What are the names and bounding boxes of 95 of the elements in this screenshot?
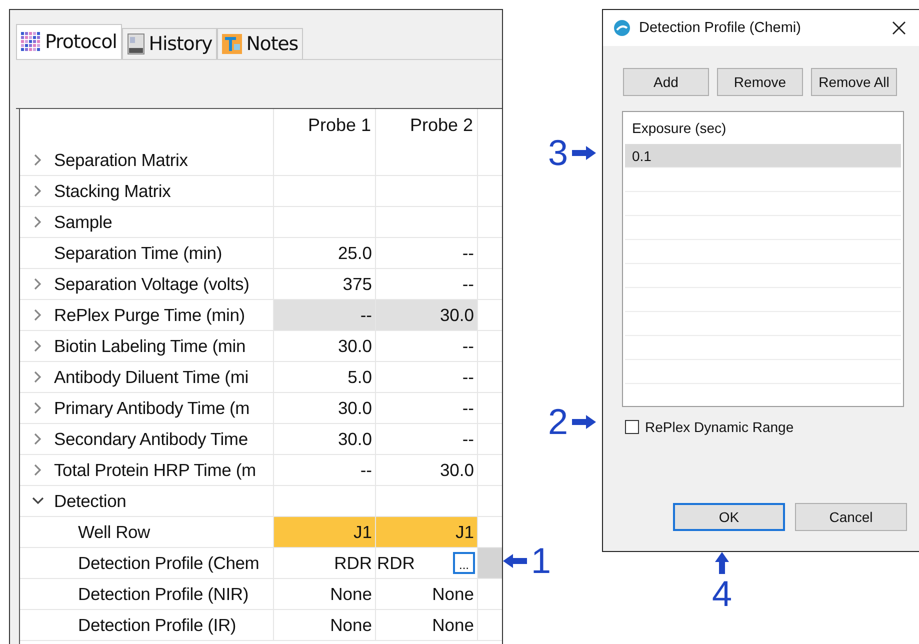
callout-number: 3: [548, 135, 568, 171]
chevron-right-icon[interactable]: [32, 215, 44, 229]
table-cell: --: [274, 455, 376, 485]
dialog-title: Detection Profile (Chemi): [639, 20, 802, 36]
row-label: Biotin Labeling Time (min: [54, 336, 246, 356]
table-row[interactable]: RePlex Purge Time (min) -- 30.0: [20, 300, 502, 331]
row-label: Detection: [54, 490, 126, 512]
table-cell: --: [376, 269, 478, 299]
tab[interactable]: Protocol: [16, 24, 122, 59]
table-cell: --: [376, 362, 478, 392]
table-row[interactable]: Separation Time (min) 25.0 --: [20, 238, 502, 269]
row-label: Detection Profile (NIR): [78, 584, 248, 604]
table-cell: J1: [376, 517, 478, 547]
table-cell: 30.0: [274, 424, 376, 454]
row-label: Detection Profile (Chem: [78, 552, 260, 574]
row-label: Separation Matrix: [54, 150, 188, 170]
row-label: Well Row: [78, 522, 150, 542]
grid-icon: [21, 32, 41, 52]
table-cell: RDR: [274, 548, 376, 578]
row-label: Secondary Antibody Time: [54, 428, 248, 450]
row-label: Total Protein HRP Time (m: [54, 460, 256, 480]
row-label: Antibody Diluent Time (mi: [54, 366, 248, 388]
table-row[interactable]: Well Row J1 J1: [20, 517, 502, 548]
table-row[interactable]: Detection Profile (IR) None None: [20, 610, 502, 641]
table-cell: --: [376, 424, 478, 454]
chevron-right-icon[interactable]: [32, 184, 44, 198]
row-label: Detection Profile (IR): [78, 614, 236, 636]
list-header: Exposure (sec): [631, 119, 728, 138]
arrow-icon: [503, 554, 527, 568]
callout-number: 4: [712, 576, 732, 612]
table-cell: --: [274, 300, 376, 330]
table-cell: 25.0: [274, 238, 376, 268]
table-cell: None: [274, 610, 376, 640]
table-row[interactable]: Sample: [20, 207, 502, 238]
column-header: Probe 2: [376, 109, 478, 145]
chevron-right-icon[interactable]: [32, 401, 44, 415]
table-cell: --: [376, 331, 478, 361]
chevron-right-icon[interactable]: [32, 432, 44, 446]
table-row[interactable]: Separation Matrix: [20, 145, 502, 176]
table-cell: 30.0: [376, 455, 478, 485]
table-row[interactable]: Antibody Diluent Time (mi 5.0 --: [20, 362, 502, 393]
callout-number: 2: [548, 404, 568, 440]
table-row[interactable]: Detection Profile (Chem RDR RDR ...: [20, 548, 502, 579]
chevron-right-icon[interactable]: [32, 153, 44, 167]
table-cell: None: [274, 579, 376, 609]
checkbox[interactable]: [625, 420, 639, 434]
toolbar-button[interactable]: Add: [623, 68, 709, 96]
table-row[interactable]: Stacking Matrix: [20, 176, 502, 207]
row-label: Primary Antibody Time (m: [54, 398, 250, 418]
row-label: Separation Voltage (volts): [54, 274, 250, 294]
chevron-right-icon[interactable]: [32, 463, 44, 477]
browse-button[interactable]: ...: [453, 552, 475, 574]
table-cell: J1: [274, 517, 376, 547]
toolbar-button[interactable]: Remove All: [811, 68, 897, 96]
table-row[interactable]: Primary Antibody Time (m 30.0 --: [20, 393, 502, 424]
table-cell: --: [376, 238, 478, 268]
table-cell: 5.0: [274, 362, 376, 392]
list-row[interactable]: 0.1: [625, 144, 901, 168]
table-cell: 30.0: [274, 393, 376, 423]
chevron-right-icon[interactable]: [32, 308, 44, 322]
arrow-icon: [572, 146, 596, 160]
chevron-right-icon[interactable]: [32, 339, 44, 353]
table-row[interactable]: Detection Profile (NIR) None None: [20, 579, 502, 610]
table-cell: None: [376, 579, 478, 609]
row-label: Stacking Matrix: [54, 180, 171, 202]
row-label: RePlex Purge Time (min): [54, 304, 245, 326]
row-label: Sample: [54, 212, 112, 232]
notes-icon: [222, 34, 242, 54]
dialog-button[interactable]: Cancel: [795, 503, 907, 531]
chevron-right-icon[interactable]: [32, 277, 44, 291]
tab[interactable]: Notes: [217, 28, 304, 59]
table-cell: 375: [274, 269, 376, 299]
column-header: Probe 1: [274, 109, 376, 145]
table-row[interactable]: Biotin Labeling Time (min 30.0 --: [20, 331, 502, 362]
table-row[interactable]: Secondary Antibody Time 30.0 --: [20, 424, 502, 455]
tab[interactable]: History: [122, 28, 218, 59]
checkbox-label: RePlex Dynamic Range: [645, 419, 794, 435]
value-editor[interactable]: RDR ...: [376, 548, 478, 578]
chevron-right-icon[interactable]: [32, 370, 44, 384]
dialog-button[interactable]: OK: [673, 503, 785, 531]
table-cell: 30.0: [274, 331, 376, 361]
callout-number: 1: [531, 543, 552, 579]
table-cell: --: [376, 393, 478, 423]
table-cell: 30.0: [376, 300, 478, 330]
table-row[interactable]: Total Protein HRP Time (m -- 30.0: [20, 455, 502, 486]
cell-value: RDR: [377, 552, 415, 574]
close-icon[interactable]: [891, 20, 907, 36]
document-icon: [126, 33, 145, 55]
table-cell: None: [376, 610, 478, 640]
toolbar-button[interactable]: Remove: [717, 68, 803, 96]
arrow-icon: [572, 415, 596, 429]
arrow-icon: [715, 552, 730, 574]
row-label: Separation Time (min): [54, 242, 222, 264]
app-logo-icon: [613, 19, 631, 37]
cell-background: [478, 548, 502, 578]
